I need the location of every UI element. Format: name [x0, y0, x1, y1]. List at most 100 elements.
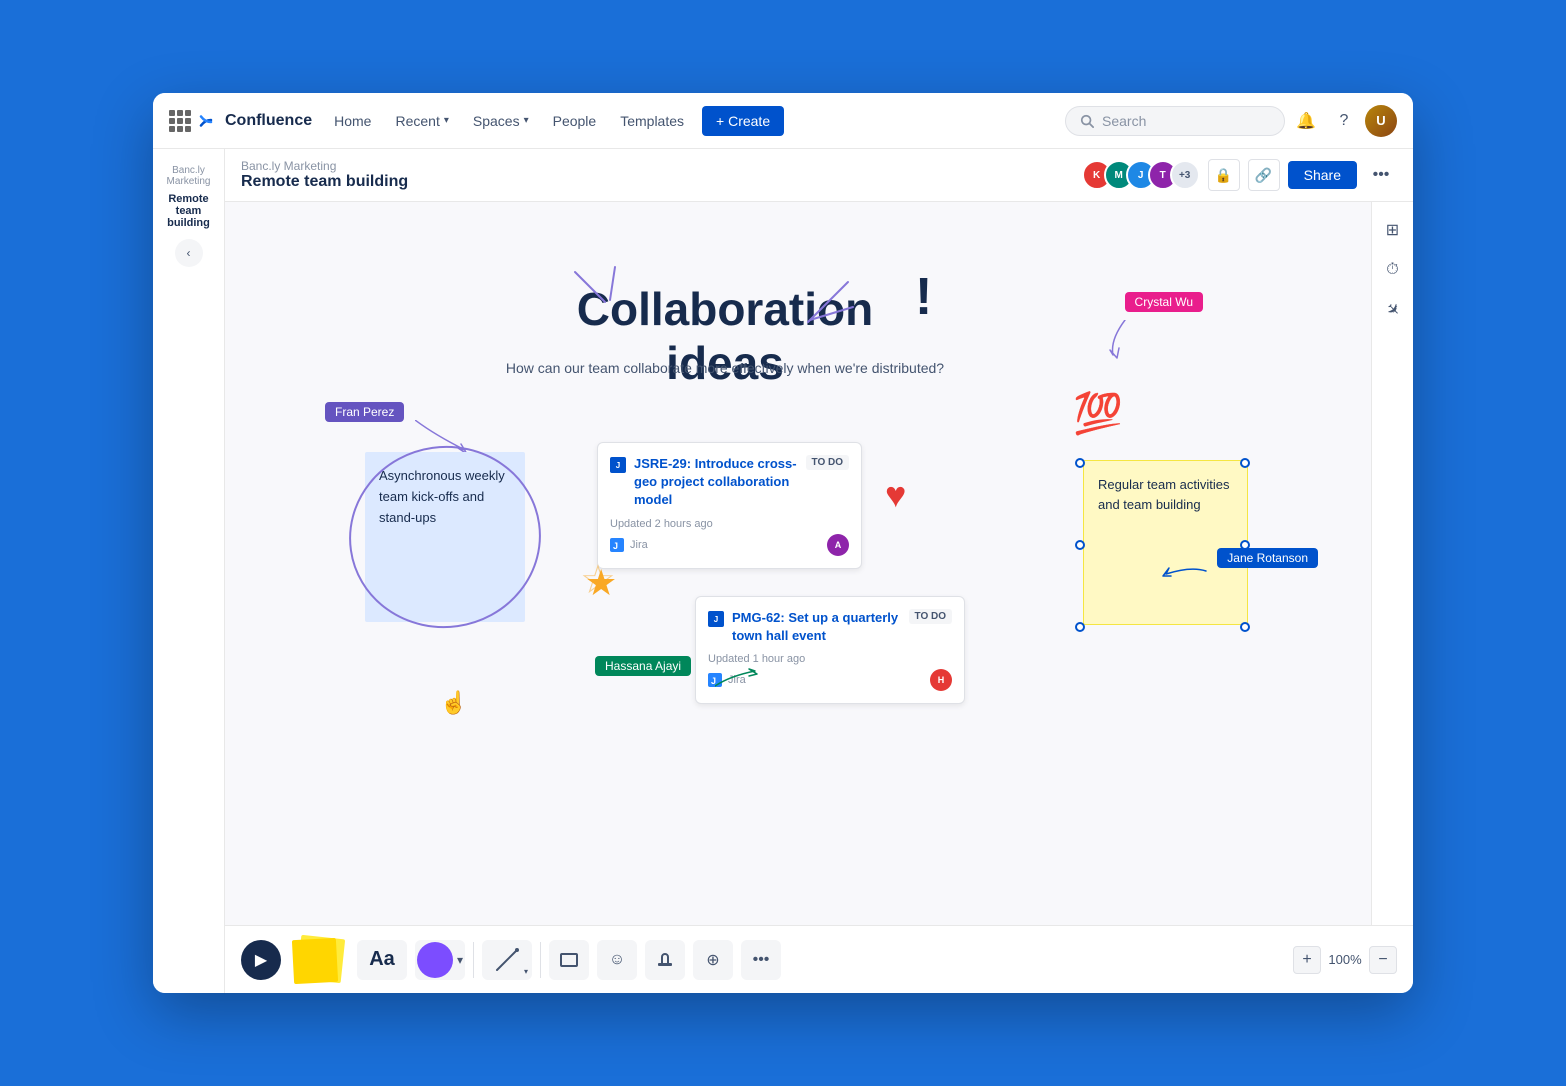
search-placeholder: Search [1102, 113, 1146, 129]
zoom-control: + 100% − [1293, 946, 1397, 974]
selection-handle-tr[interactable] [1240, 458, 1250, 468]
jira-card-1-header: J JSRE-29: Introduce cross-geo project c… [610, 455, 849, 510]
page-header-title: Remote team building [241, 173, 1074, 191]
left-sidebar: Banc.ly Marketing Remote team building ‹ [153, 149, 225, 993]
toolbar-divider-1 [473, 942, 474, 978]
jira-card-1-avatar: A [827, 534, 849, 556]
zoom-level-label: 100% [1325, 952, 1365, 967]
lock-icon-button[interactable]: 🔒 [1208, 159, 1240, 191]
jira-card-2-title: PMG-62: Set up a quarterly town hall eve… [732, 609, 901, 645]
nav-people[interactable]: People [543, 107, 607, 135]
selection-handle-tl[interactable] [1075, 458, 1085, 468]
page-header-right: K M J T +3 🔒 🔗 Share ••• [1082, 159, 1397, 191]
doodle-svg-2 [788, 262, 868, 342]
link-tool[interactable]: ⊕ [693, 940, 733, 980]
circle-doodle [340, 440, 550, 635]
body-area: Banc.ly Marketing Remote team building ‹… [153, 149, 1413, 993]
nav-recent[interactable]: Recent▾ [385, 107, 458, 135]
canvas-area[interactable]: Collaboration ideas ! [225, 202, 1413, 925]
main-area: Banc.ly Marketing Remote team building K… [225, 149, 1413, 993]
line-caret: ▾ [524, 967, 528, 976]
more-tools-button[interactable]: ••• [741, 940, 781, 980]
rectangle-icon [559, 950, 579, 970]
help-icon[interactable]: ? [1327, 104, 1361, 138]
nav-home[interactable]: Home [324, 107, 381, 135]
sticky-front [292, 937, 338, 983]
nav-spaces[interactable]: Spaces▾ [463, 107, 539, 135]
right-sidebar: ⊞ ⏱ ✈ [1371, 202, 1413, 925]
fran-perez-label: Fran Perez [325, 402, 404, 422]
jane-rotanson-label: Jane Rotanson [1217, 548, 1318, 568]
play-button[interactable]: ▶ [241, 940, 281, 980]
sticky-note-regular[interactable]: Regular team activities and team buildin… [1083, 460, 1248, 625]
crystal-wu-label: Crystal Wu [1125, 292, 1203, 312]
line-icon [493, 946, 521, 974]
sticky-regular-text: Regular team activities and team buildin… [1098, 477, 1230, 512]
selection-handle-ml[interactable] [1075, 540, 1085, 550]
smiley-tool[interactable]: ☺ [597, 940, 637, 980]
search-icon [1080, 114, 1094, 128]
selection-handle-br[interactable] [1240, 622, 1250, 632]
logo-area: Confluence [169, 110, 312, 132]
notifications-icon[interactable]: 🔔 [1289, 104, 1323, 138]
selection-handle-bl[interactable] [1075, 622, 1085, 632]
bottom-toolbar: ▶ Aa ▾ ▾ ☺ [225, 925, 1413, 993]
user-avatar[interactable]: U [1365, 105, 1397, 137]
jira-icon-1: J [610, 457, 626, 473]
jira-card-2-header: J PMG-62: Set up a quarterly town hall e… [708, 609, 952, 645]
stamp-icon [655, 950, 675, 970]
jira-card-2-meta: Updated 1 hour ago [708, 653, 952, 665]
arrow-hassana [715, 666, 765, 696]
sidebar-toggle[interactable]: ‹ [175, 239, 203, 267]
breadcrumb: Banc.ly Marketing [153, 161, 224, 191]
jira-card-1-title: JSRE-29: Introduce cross-geo project col… [634, 455, 798, 510]
jira-card-1-meta: Updated 2 hours ago [610, 518, 849, 530]
arrow-jane [1161, 556, 1211, 586]
page-title: Remote team building [153, 191, 224, 231]
share-button[interactable]: Share [1288, 161, 1357, 189]
line-tool[interactable]: ▾ [482, 940, 532, 980]
rectangle-tool[interactable] [549, 940, 589, 980]
hundred-emoji: 💯 [1073, 390, 1123, 437]
hassana-ajayi-label: Hassana Ajayi [595, 656, 691, 676]
stamp-tool[interactable] [645, 940, 685, 980]
shape-tool[interactable]: ▾ [415, 940, 465, 980]
page-header-left: Banc.ly Marketing Remote team building [241, 159, 1074, 191]
top-navigation: Confluence Home Recent▾ Spaces▾ People T… [153, 93, 1413, 149]
star-outline: ☆ [580, 557, 616, 603]
jira-card-1-footer: J Jira A [610, 534, 849, 556]
arrow-crystal [1105, 320, 1135, 360]
nav-templates[interactable]: Templates [610, 107, 694, 135]
cursor: ☝ [440, 690, 467, 716]
heart-decoration: ♥ [885, 474, 906, 516]
exclamation-decoration: ! [915, 267, 932, 327]
table-layout-icon[interactable]: ⊞ [1377, 214, 1409, 246]
canvas-subtitle: How can our team collaborate more effect… [505, 360, 945, 376]
text-tool[interactable]: Aa [357, 940, 407, 980]
search-bar[interactable]: Search [1065, 106, 1285, 136]
jira-label-1: Jira [630, 539, 648, 551]
more-options-button[interactable]: ••• [1365, 159, 1397, 191]
confluence-logo[interactable]: Confluence [199, 111, 312, 131]
doodle-svg-1 [565, 262, 645, 322]
pointer-tool-icon[interactable]: ✈ [1370, 287, 1413, 332]
doodle-lines-left [565, 262, 645, 327]
toolbar-divider-2 [540, 942, 541, 978]
link-icon-button[interactable]: 🔗 [1248, 159, 1280, 191]
jira-icon-2: J [708, 611, 724, 627]
zoom-plus-button[interactable]: + [1293, 946, 1321, 974]
jira-card-2-badge: TO DO [909, 609, 952, 624]
sticky-tool[interactable] [289, 935, 349, 985]
create-button[interactable]: + Create [702, 106, 784, 136]
doodle-lines-right [788, 262, 868, 347]
collaborators-avatars: K M J T +3 [1082, 160, 1200, 190]
jira-card-1[interactable]: J JSRE-29: Introduce cross-geo project c… [597, 442, 862, 569]
avatar-overflow-count: +3 [1170, 160, 1200, 190]
app-grid-icon[interactable] [169, 110, 191, 132]
confluence-name: Confluence [225, 112, 312, 130]
zoom-minus-button[interactable]: − [1369, 946, 1397, 974]
jira-card-2-avatar: H [930, 669, 952, 691]
jira-card-1-badge: TO DO [806, 455, 849, 470]
timer-icon[interactable]: ⏱ [1377, 254, 1409, 286]
page-header: Banc.ly Marketing Remote team building K… [225, 149, 1413, 202]
